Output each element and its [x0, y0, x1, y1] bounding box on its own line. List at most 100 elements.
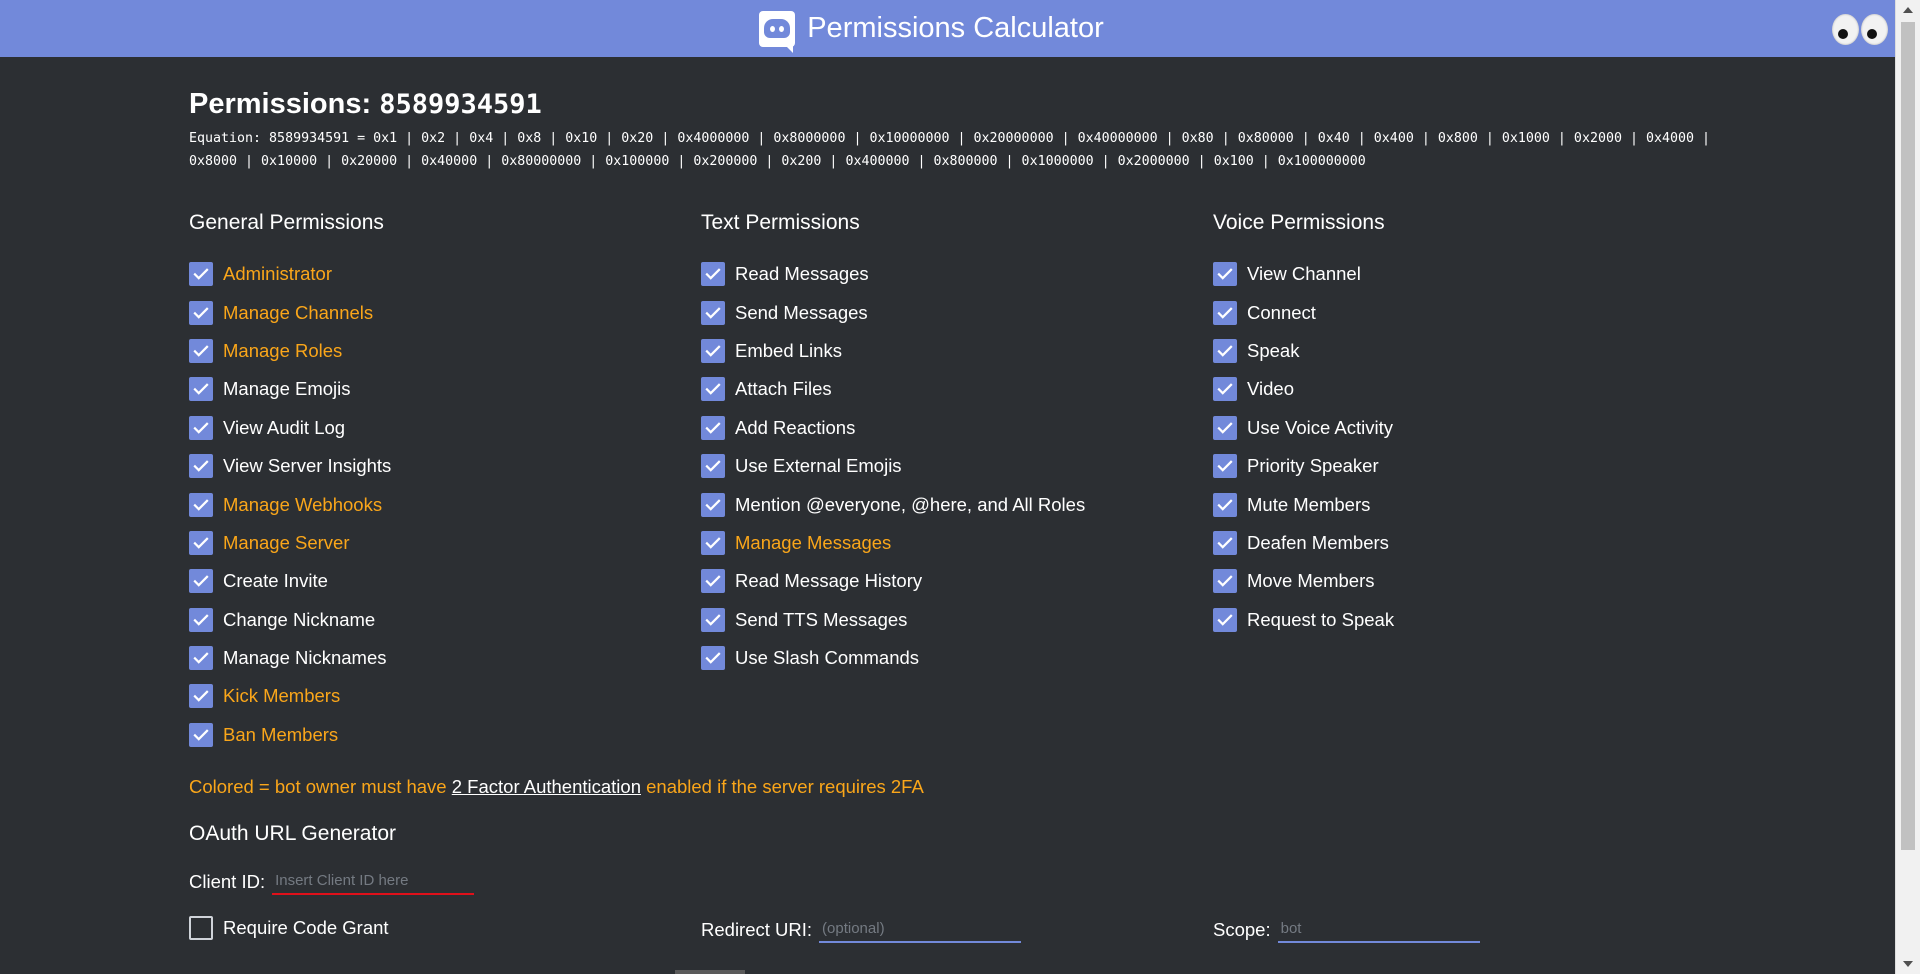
checkbox-checked-icon[interactable] — [1213, 454, 1237, 479]
checkbox-checked-icon[interactable] — [189, 607, 213, 632]
checkbox-checked-icon[interactable] — [1213, 300, 1237, 325]
scroll-up-arrow-icon[interactable] — [1903, 7, 1913, 13]
note-prefix: Colored = bot owner must have — [189, 776, 452, 797]
permission-item[interactable]: Manage Roles — [189, 332, 689, 370]
permission-item[interactable]: Create Invite — [189, 562, 689, 600]
permission-label: View Channel — [1247, 263, 1361, 285]
permission-item[interactable]: View Server Insights — [189, 447, 689, 485]
permission-item[interactable]: Manage Webhooks — [189, 485, 689, 523]
permission-item[interactable]: Change Nickname — [189, 601, 689, 639]
permission-item[interactable]: Attach Files — [701, 370, 1201, 408]
permission-item[interactable]: Manage Channels — [189, 293, 689, 331]
vertical-scrollbar[interactable] — [1895, 0, 1920, 974]
permission-label: Administrator — [223, 263, 332, 285]
note-suffix: enabled if the server requires 2FA — [640, 776, 924, 797]
checkbox-checked-icon[interactable] — [189, 492, 213, 517]
checkbox-checked-icon[interactable] — [189, 300, 213, 325]
scroll-thumb[interactable] — [1901, 22, 1915, 850]
checkbox-checked-icon[interactable] — [701, 338, 725, 363]
two-factor-note: Colored = bot owner must have 2 Factor A… — [189, 776, 924, 798]
permission-label: Manage Roles — [223, 339, 343, 361]
permission-item[interactable]: Manage Server — [189, 524, 689, 562]
main-content: Permissions: 8589934591 Equation: 858993… — [189, 84, 1749, 943]
scope-label: Scope: — [1213, 918, 1271, 940]
checkbox-checked-icon[interactable] — [189, 338, 213, 363]
checkbox-checked-icon[interactable] — [701, 607, 725, 632]
permission-item[interactable]: Priority Speaker — [1213, 447, 1713, 485]
checkbox-checked-icon[interactable] — [701, 454, 725, 479]
general-permissions-heading: General Permissions — [189, 211, 384, 234]
checkbox-checked-icon[interactable] — [701, 300, 725, 325]
checkbox-checked-icon[interactable] — [189, 646, 213, 671]
permission-label: Deafen Members — [1247, 531, 1389, 553]
checkbox-checked-icon[interactable] — [701, 415, 725, 440]
checkbox-checked-icon[interactable] — [1213, 262, 1237, 287]
checkbox-checked-icon[interactable] — [1213, 377, 1237, 402]
checkbox-checked-icon[interactable] — [1213, 415, 1237, 440]
permissions-equation: Equation: 8589934591 = 0x1 | 0x2 | 0x4 |… — [189, 131, 1711, 169]
two-factor-link[interactable]: 2 Factor Authentication — [452, 776, 641, 797]
permission-item[interactable]: Send Messages — [701, 293, 1201, 331]
checkbox-checked-icon[interactable] — [189, 722, 213, 747]
permission-item[interactable]: Manage Messages — [701, 524, 1201, 562]
scroll-down-arrow-icon[interactable] — [1903, 961, 1913, 967]
permission-item[interactable]: Speak — [1213, 332, 1713, 370]
permission-item[interactable]: Embed Links — [701, 332, 1201, 370]
checkbox-checked-icon[interactable] — [701, 377, 725, 402]
scope-input[interactable] — [1277, 916, 1480, 943]
client-id-input[interactable] — [272, 868, 475, 895]
permission-item[interactable]: Manage Nicknames — [189, 639, 689, 677]
permission-item[interactable]: Deafen Members — [1213, 524, 1713, 562]
require-code-grant-option[interactable]: Require Code Grant — [189, 916, 389, 940]
checkbox-checked-icon[interactable] — [1213, 338, 1237, 363]
checkbox-checked-icon[interactable] — [189, 684, 213, 709]
client-id-label: Client ID: — [189, 870, 266, 892]
permission-item[interactable]: Administrator — [189, 255, 689, 293]
checkbox-checked-icon[interactable] — [189, 530, 213, 555]
permission-item[interactable]: Use Voice Activity — [1213, 409, 1713, 447]
permission-item[interactable]: Read Message History — [701, 562, 1201, 600]
require-code-grant-checkbox[interactable] — [189, 916, 213, 940]
checkbox-checked-icon[interactable] — [1213, 530, 1237, 555]
permission-item[interactable]: Connect — [1213, 293, 1713, 331]
checkbox-checked-icon[interactable] — [189, 454, 213, 479]
checkbox-checked-icon[interactable] — [189, 569, 213, 594]
permission-item[interactable]: Send TTS Messages — [701, 601, 1201, 639]
permission-item[interactable]: Mention @everyone, @here, and All Roles — [701, 485, 1201, 523]
redirect-uri-input[interactable] — [819, 916, 1022, 943]
permission-item[interactable]: Read Messages — [701, 255, 1201, 293]
permission-label: Manage Webhooks — [223, 493, 383, 515]
permission-label: View Audit Log — [223, 416, 346, 438]
permission-item[interactable]: Add Reactions — [701, 409, 1201, 447]
permission-label: Request to Speak — [1247, 608, 1395, 630]
checkbox-checked-icon[interactable] — [701, 569, 725, 594]
checkbox-checked-icon[interactable] — [701, 530, 725, 555]
permission-item[interactable]: Use Slash Commands — [701, 639, 1201, 677]
checkbox-checked-icon[interactable] — [189, 415, 213, 440]
permission-label: Move Members — [1247, 570, 1375, 592]
permission-label: Kick Members — [223, 685, 341, 707]
checkbox-checked-icon[interactable] — [189, 262, 213, 287]
permission-label: Send TTS Messages — [735, 608, 908, 630]
permission-label: Read Message History — [735, 570, 923, 592]
checkbox-checked-icon[interactable] — [1213, 569, 1237, 594]
permission-item[interactable]: Manage Emojis — [189, 370, 689, 408]
permission-item[interactable]: View Channel — [1213, 255, 1713, 293]
permission-item[interactable]: Request to Speak — [1213, 601, 1713, 639]
permission-item[interactable]: Kick Members — [189, 677, 689, 715]
permission-item[interactable]: View Audit Log — [189, 409, 689, 447]
checkbox-checked-icon[interactable] — [701, 262, 725, 287]
checkbox-checked-icon[interactable] — [189, 377, 213, 402]
permission-item[interactable]: Mute Members — [1213, 485, 1713, 523]
checkbox-checked-icon[interactable] — [701, 492, 725, 517]
permission-item[interactable]: Video — [1213, 370, 1713, 408]
checkbox-checked-icon[interactable] — [1213, 492, 1237, 517]
permission-item[interactable]: Move Members — [1213, 562, 1713, 600]
permission-label: Manage Emojis — [223, 378, 351, 400]
checkbox-checked-icon[interactable] — [1213, 607, 1237, 632]
permission-item[interactable]: Ban Members — [189, 716, 689, 754]
checkbox-checked-icon[interactable] — [701, 646, 725, 671]
voice-permissions-heading: Voice Permissions — [1213, 211, 1385, 234]
horizontal-scroll-indicator — [675, 970, 745, 974]
permission-item[interactable]: Use External Emojis — [701, 447, 1201, 485]
